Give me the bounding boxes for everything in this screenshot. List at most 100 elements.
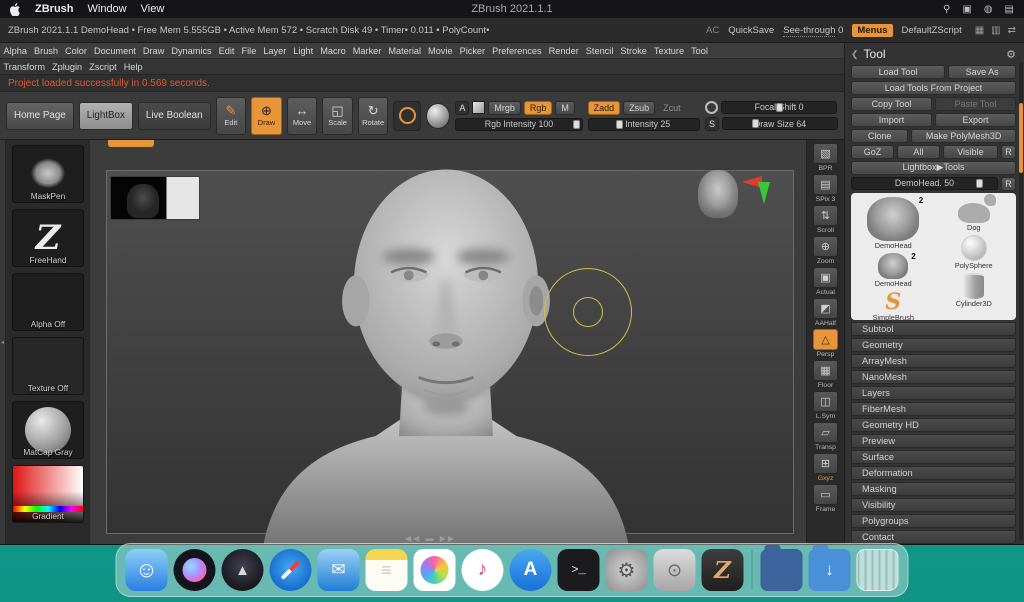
menu-document[interactable]: Document [90, 46, 139, 56]
rtray-frame[interactable]: ▭Frame [813, 484, 838, 513]
tool-polysphere[interactable]: PolySphere [955, 235, 993, 270]
menubar-item-view[interactable]: View [141, 3, 165, 15]
dock-documents-folder[interactable] [761, 549, 803, 591]
menu-stroke[interactable]: Stroke [617, 46, 651, 56]
see-through-slider[interactable]: See-through 0 [783, 25, 843, 36]
dock-music[interactable]: ♪ [462, 549, 504, 591]
section-layers[interactable]: Layers [851, 386, 1016, 400]
spotlight-icon[interactable]: ⚲ [943, 4, 950, 15]
clone-button[interactable]: Clone [851, 129, 908, 143]
swap-icon[interactable]: ⇄ [1008, 25, 1016, 36]
dock-trash[interactable] [857, 549, 899, 591]
dock-system-preferences[interactable]: ⚙ [606, 549, 648, 591]
dock-siri[interactable] [174, 549, 216, 591]
rtray-aahalf[interactable]: ◩AAHalf [813, 298, 838, 327]
menu-macro[interactable]: Macro [317, 46, 350, 56]
menu-file[interactable]: File [238, 46, 260, 56]
menu-draw[interactable]: Draw [139, 46, 167, 56]
lightbox-tools-button[interactable]: Lightbox▶Tools [851, 161, 1016, 175]
rotate-button[interactable]: ↻ Rotate [358, 97, 389, 135]
m-button[interactable]: M [555, 101, 575, 115]
tool-quickpick-slider[interactable]: DemoHead. 50 [851, 177, 998, 190]
control-center-icon[interactable]: ▣ [962, 4, 971, 15]
dock-launchpad[interactable]: ▲ [222, 549, 264, 591]
brush-selector[interactable]: MaskPen [12, 145, 84, 203]
section-arraymesh[interactable]: ArrayMesh [851, 354, 1016, 368]
dock-app-store[interactable]: A [510, 549, 552, 591]
import-button[interactable]: Import [851, 113, 932, 127]
current-material-button[interactable] [426, 103, 450, 129]
rtray-spix[interactable]: ▤SPix 3 [813, 174, 838, 203]
canvas-tab[interactable] [108, 140, 154, 147]
dock-safari[interactable] [270, 549, 312, 591]
focal-shift-slider[interactable]: Focal Shift 0 [721, 101, 837, 114]
live-boolean-button[interactable]: Live Boolean [138, 102, 211, 130]
rtray-lsym[interactable]: ◫L.Sym [813, 391, 838, 420]
section-subtool[interactable]: Subtool [851, 322, 1016, 336]
menu-stencil[interactable]: Stencil [582, 46, 617, 56]
dock-zbrush[interactable]: Z [702, 549, 744, 591]
panel-toggle-icon[interactable]: ▥ [991, 25, 1000, 36]
rtray-actual[interactable]: ▣Actual [813, 267, 838, 296]
menu-brush[interactable]: Brush [31, 46, 62, 56]
dock-downloads-folder[interactable]: ↓ [809, 549, 851, 591]
menu-light[interactable]: Light [290, 46, 317, 56]
panel-scrollbar[interactable] [1019, 63, 1023, 540]
quicksave-button[interactable]: QuickSave [728, 25, 774, 36]
scale-button[interactable]: ◱ Scale [322, 97, 353, 135]
menu-preferences[interactable]: Preferences [489, 46, 546, 56]
rtray-persp[interactable]: △Persp [813, 329, 838, 358]
tool-dog[interactable]: Dog [958, 197, 990, 232]
visible-button[interactable]: Visible [943, 145, 998, 159]
menu-help[interactable]: Help [120, 62, 146, 72]
material-selector[interactable]: MatCap Gray [12, 401, 84, 459]
rtray-zoom[interactable]: ⊕Zoom [813, 236, 838, 265]
draw-button[interactable]: ⊕ Draw [251, 97, 282, 135]
edit-button[interactable]: ✎ Edit [216, 97, 247, 135]
demohead-sculpt[interactable] [246, 142, 646, 544]
layout-grid-icon[interactable]: ▦ [975, 25, 984, 36]
rgb-intensity-slider[interactable]: Rgb Intensity 100 [455, 118, 582, 131]
home-page-button[interactable]: Home Page [6, 102, 74, 130]
dock-terminal[interactable]: >_ [558, 549, 600, 591]
document-canvas[interactable]: ◀◀ ▬ ▶▶ [90, 140, 806, 544]
load-tool-button[interactable]: Load Tool [851, 65, 945, 79]
menu-color[interactable]: Color [62, 46, 91, 56]
tool-demohead-active[interactable]: 2 DemoHead [867, 197, 919, 250]
dock-photos[interactable] [414, 549, 456, 591]
rtray-transp[interactable]: ▱Transp [813, 422, 838, 451]
rgb-button[interactable]: Rgb [524, 101, 553, 115]
tool-cylinder3d[interactable]: Cylinder3D [956, 273, 992, 308]
section-fibermesh[interactable]: FiberMesh [851, 402, 1016, 416]
rtray-gxyz[interactable]: ⊞Gxyz [813, 453, 838, 482]
menu-tool[interactable]: Tool [688, 46, 712, 56]
copy-tool-button[interactable]: Copy Tool [851, 97, 932, 111]
menu-material[interactable]: Material [385, 46, 425, 56]
dock-mail[interactable]: ✉ [318, 549, 360, 591]
load-tools-from-project-button[interactable]: Load Tools From Project [851, 81, 1016, 95]
save-as-button[interactable]: Save As [948, 65, 1016, 79]
menubar-item-window[interactable]: Window [88, 3, 127, 15]
switcher-icon[interactable]: ▤ [1005, 4, 1014, 15]
panel-collapse-icon[interactable]: ❮ [851, 49, 859, 60]
z-intensity-slider[interactable]: Z Intensity 25 [588, 118, 700, 131]
section-deformation[interactable]: Deformation [851, 466, 1016, 480]
section-nanomesh[interactable]: NanoMesh [851, 370, 1016, 384]
menu-movie[interactable]: Movie [425, 46, 457, 56]
slider-handle[interactable] [752, 119, 759, 128]
mrgb-button[interactable]: Mrgb [488, 101, 521, 115]
section-masking[interactable]: Masking [851, 482, 1016, 496]
all-button[interactable]: All [897, 145, 940, 159]
rtray-scroll[interactable]: ⇅Scroll [813, 205, 838, 234]
export-button[interactable]: Export [935, 113, 1016, 127]
stroke-selector[interactable]: Z FreeHand [12, 209, 84, 267]
canvas-scrollbar[interactable]: ◀◀ ▬ ▶▶ [405, 534, 456, 543]
menu-zplugin[interactable]: Zplugin [49, 62, 86, 72]
zsub-button[interactable]: Zsub [623, 101, 655, 115]
rtray-bpr[interactable]: ▧BPR [813, 143, 838, 172]
slider-r-button[interactable]: R [1001, 177, 1016, 191]
menu-zscript[interactable]: Zscript [86, 62, 121, 72]
axis-gizmo[interactable] [742, 170, 780, 216]
slider-handle[interactable] [573, 120, 580, 129]
dock-finder[interactable]: ☺ [126, 549, 168, 591]
